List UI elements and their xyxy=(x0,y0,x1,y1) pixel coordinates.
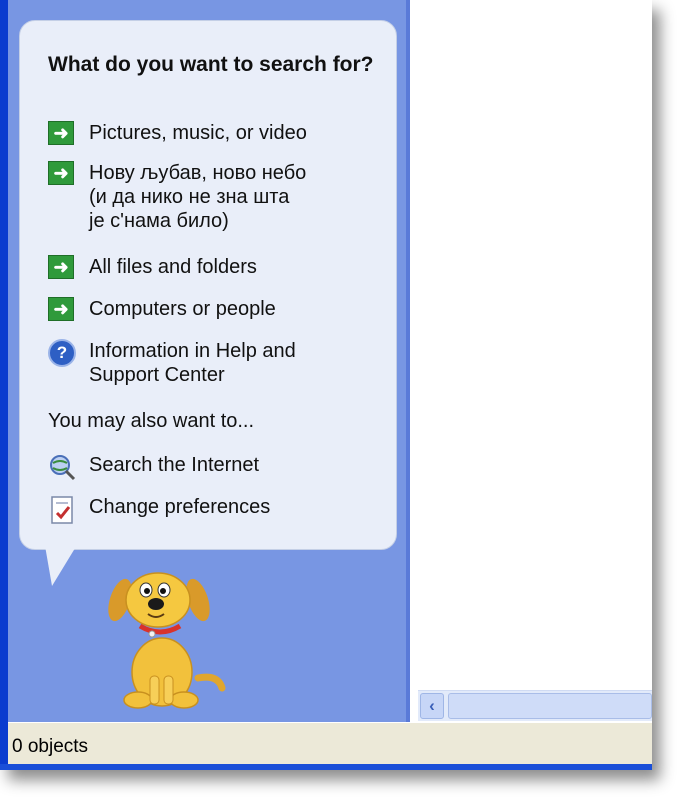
also-want-heading: You may also want to... xyxy=(48,410,255,432)
search-assistant-dog[interactable] xyxy=(100,566,230,714)
scroll-thumb[interactable] xyxy=(448,693,652,719)
search-globe-icon xyxy=(48,453,76,481)
horizontal-scrollbar[interactable]: ‹ xyxy=(418,690,652,721)
search-option-label: All files and folders xyxy=(89,256,257,278)
change-preferences-link[interactable]: Change preferences xyxy=(48,495,271,524)
window-bottom-border xyxy=(0,764,652,770)
search-option-label: Pictures, music, or video xyxy=(89,122,307,144)
scroll-left-arrow-icon[interactable]: ‹ xyxy=(420,693,444,719)
change-preferences-label: Change preferences xyxy=(89,496,271,518)
status-text: 0 objects xyxy=(12,736,89,757)
help-icon: ? xyxy=(48,339,76,367)
status-bar: 0 objects xyxy=(8,722,652,765)
green-arrow-icon: ➜ xyxy=(48,297,74,321)
preferences-icon xyxy=(48,495,76,524)
search-window: What do you want to search for? ➜ Pictur… xyxy=(0,0,652,770)
results-area xyxy=(410,0,652,690)
window-left-border xyxy=(0,0,8,770)
green-arrow-icon: ➜ xyxy=(48,121,74,145)
search-option-computers-people[interactable]: ➜ Computers or people xyxy=(48,297,276,321)
search-question-heading: What do you want to search for? xyxy=(48,53,374,76)
search-option-cyrillic[interactable]: ➜ Нову љубав, ново небо (и да нико не зн… xyxy=(48,161,306,233)
search-internet-label: Search the Internet xyxy=(89,454,260,476)
search-option-label: Information in Help and Support Center xyxy=(89,340,296,386)
green-arrow-icon: ➜ xyxy=(48,161,74,185)
green-arrow-icon: ➜ xyxy=(48,255,74,279)
search-option-help-support[interactable]: ? Information in Help and Support Center xyxy=(48,339,296,387)
search-option-label: Нову љубав, ново небо (и да нико не зна … xyxy=(89,162,307,232)
search-option-label: Computers or people xyxy=(89,298,276,320)
search-option-pictures-music-video[interactable]: ➜ Pictures, music, or video xyxy=(48,121,307,145)
search-internet-link[interactable]: Search the Internet xyxy=(48,453,259,481)
speech-bubble-tail xyxy=(44,540,80,586)
search-option-all-files-folders[interactable]: ➜ All files and folders xyxy=(48,255,257,279)
